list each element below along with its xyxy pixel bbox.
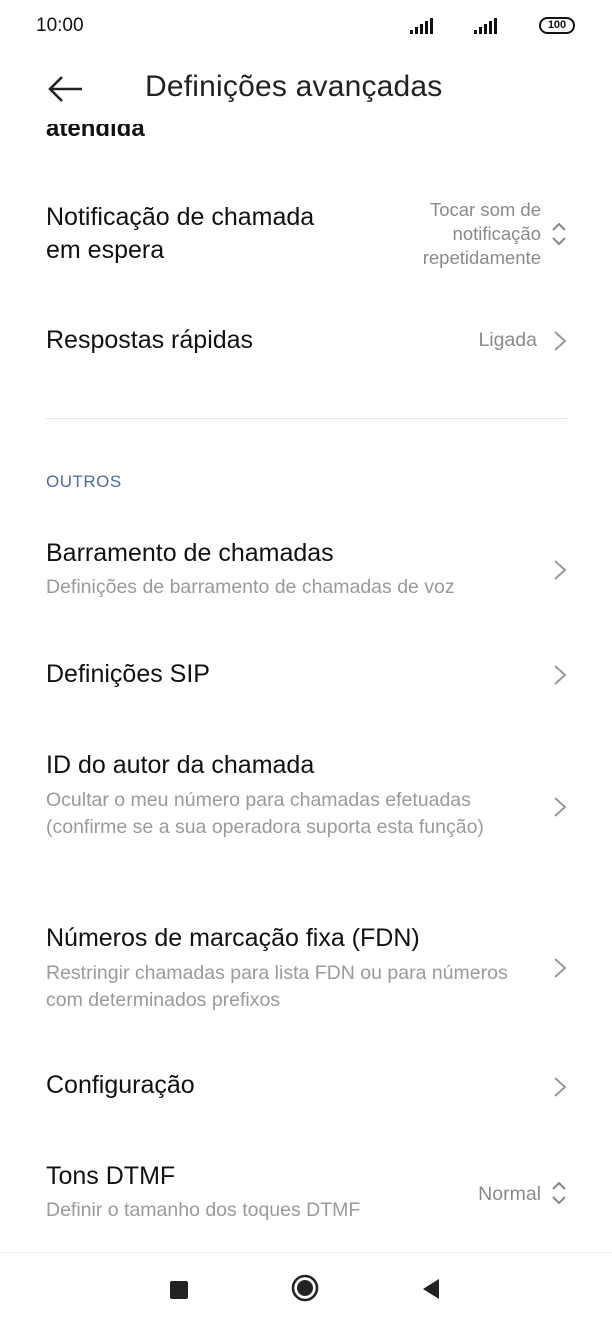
caller-id-subtitle: Ocultar o meu número para chamadas efetu… [46,789,484,838]
call-barring-subtitle: Definições de barramento de chamadas de … [46,576,455,598]
configuration-title: Configuração [46,1071,195,1099]
chevron-right-icon [554,1077,567,1097]
fdn-title: Números de marcação fixa (FDN) [46,924,420,952]
sip-settings-title: Definições SIP [46,660,210,688]
status-time: 10:00 [36,15,84,36]
square-icon[interactable] [170,1281,188,1299]
call-barring-item[interactable]: Barramento de chamadas Definições de bar… [0,529,612,609]
settings-list[interactable]: atendida Notificação de chamada em esper… [0,54,612,1252]
signal-bars-icon [474,18,497,34]
chevron-right-icon [554,665,567,685]
configuration-item[interactable]: Configuração [0,1054,612,1118]
system-navigation-bar [0,1252,612,1327]
chevron-right-icon [554,958,567,978]
dtmf-title: Tons DTMF [46,1162,176,1190]
battery-icon: 100 [539,17,575,34]
caller-id-item[interactable]: ID do autor da chamada Ocultar o meu núm… [0,744,612,874]
app-header: Definições avançadas [0,54,612,124]
chevron-up-down-icon [552,1181,566,1205]
caller-id-title: ID do autor da chamada [46,751,315,779]
chevron-up-down-icon [552,222,566,246]
call-waiting-title: Notificação de chamada em espera [46,203,315,264]
chevron-right-icon [554,560,567,580]
page-title: Definições avançadas [145,70,443,103]
section-divider [46,418,567,419]
quick-responses-value: Ligada [478,329,537,351]
triangle-back-icon[interactable] [421,1277,441,1301]
fdn-subtitle: Restringir chamadas para lista FDN ou pa… [46,962,508,1011]
signal-bars-icon [410,18,433,34]
section-header-others: OUTROS [46,472,122,491]
fixed-dialing-numbers-item[interactable]: Números de marcação fixa (FDN) Restringi… [0,914,612,1024]
status-bar: 10:00 100 [0,0,612,54]
call-barring-title: Barramento de chamadas [46,539,334,567]
quick-responses-item[interactable]: Respostas rápidas Ligada [0,304,612,380]
dtmf-subtitle: Definir o tamanho dos toques DTMF [46,1199,361,1221]
chevron-right-icon [554,331,567,351]
arrow-left-icon[interactable] [44,74,88,104]
quick-responses-title: Respostas rápidas [46,326,254,354]
call-waiting-value: Tocar som de notificação repetidamente [422,199,541,268]
circle-icon[interactable] [291,1274,319,1302]
sip-settings-item[interactable]: Definições SIP [0,644,612,708]
dtmf-tones-item[interactable]: Tons DTMF Definir o tamanho dos toques D… [0,1152,612,1242]
chevron-right-icon [554,797,567,817]
dtmf-value: Normal [478,1183,541,1205]
call-waiting-notification-item[interactable]: Notificação de chamada em espera Tocar s… [0,184,612,294]
